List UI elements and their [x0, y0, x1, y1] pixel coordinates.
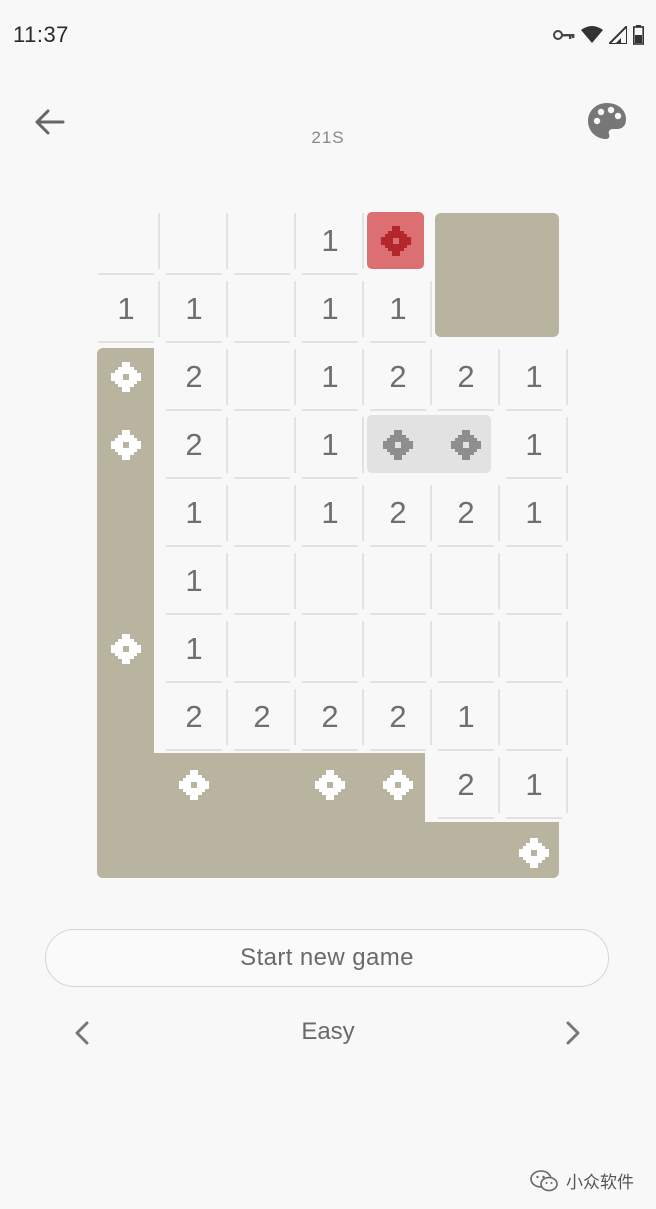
mine-cell[interactable]: [92, 411, 160, 479]
number-cell[interactable]: 1: [432, 683, 500, 751]
empty-cell[interactable]: [228, 615, 296, 683]
number-cell[interactable]: 1: [296, 207, 364, 275]
number-cell[interactable]: 2: [228, 683, 296, 751]
game-timer: 21S: [311, 128, 345, 147]
number-cell[interactable]: 1: [160, 615, 228, 683]
empty-cell[interactable]: [228, 207, 296, 275]
number-cell[interactable]: 1: [160, 547, 228, 615]
next-difficulty-button[interactable]: [556, 1016, 590, 1050]
number-cell[interactable]: 2: [364, 479, 432, 547]
number-cell[interactable]: 2: [432, 479, 500, 547]
status-time: 11:37: [13, 22, 69, 47]
mine-icon: [451, 430, 481, 460]
number-cell[interactable]: 2: [160, 343, 228, 411]
number-cell[interactable]: 1: [296, 479, 364, 547]
chevron-right-icon: [566, 1021, 580, 1045]
number-cell[interactable]: 2: [364, 343, 432, 411]
mine-icon: [111, 362, 141, 392]
difficulty-selector: Easy: [0, 1008, 656, 1058]
mine-cell[interactable]: [500, 819, 568, 887]
number-cell[interactable]: 1: [92, 275, 160, 343]
number-cell[interactable]: 1: [160, 275, 228, 343]
empty-cell[interactable]: [500, 683, 568, 751]
empty-cell[interactable]: [432, 547, 500, 615]
number-cell[interactable]: 1: [160, 479, 228, 547]
number-cell[interactable]: 1: [500, 343, 568, 411]
mine-cell[interactable]: [92, 615, 160, 683]
wifi-icon: [581, 26, 603, 43]
status-icons: [553, 22, 644, 48]
empty-cell[interactable]: [296, 547, 364, 615]
mine-icon: [380, 225, 411, 256]
start-new-game-button[interactable]: Start new game: [45, 929, 609, 987]
empty-cell[interactable]: [92, 207, 160, 275]
mine-cell[interactable]: [92, 343, 160, 411]
number-cell[interactable]: 1: [500, 479, 568, 547]
mine-icon: [383, 430, 413, 460]
number-cell[interactable]: 1: [500, 411, 568, 479]
number-cell[interactable]: 2: [160, 411, 228, 479]
mine-cell[interactable]: [364, 751, 432, 819]
unrevealed-region-top-right[interactable]: [435, 213, 559, 337]
mine-icon: [383, 770, 413, 800]
empty-cell[interactable]: [160, 207, 228, 275]
number-cell[interactable]: 1: [296, 343, 364, 411]
mine-icon: [179, 770, 209, 800]
number-cell[interactable]: 2: [160, 683, 228, 751]
empty-cell[interactable]: [228, 411, 296, 479]
status-bar: 11:37: [0, 0, 656, 72]
mine-cell[interactable]: [160, 751, 228, 819]
mine-cell[interactable]: [296, 751, 364, 819]
mine-icon: [519, 838, 549, 868]
mine-icon: [111, 430, 141, 460]
empty-cell[interactable]: [296, 615, 364, 683]
watermark-text: 小众软件: [566, 1173, 634, 1192]
number-cell[interactable]: 1: [296, 275, 364, 343]
empty-cell[interactable]: [364, 615, 432, 683]
empty-cell[interactable]: [500, 615, 568, 683]
empty-cell[interactable]: [500, 547, 568, 615]
highlighted-mine-cell: [364, 411, 432, 479]
empty-cell[interactable]: [228, 479, 296, 547]
battery-icon: [633, 25, 644, 45]
wechat-icon: [530, 1169, 558, 1191]
number-cell[interactable]: 2: [296, 683, 364, 751]
number-cell[interactable]: 1: [500, 751, 568, 819]
mine-icon: [111, 634, 141, 664]
key-icon: [553, 30, 575, 40]
mine-icon: [315, 770, 345, 800]
signal-icon: [609, 26, 627, 44]
number-cell[interactable]: 2: [432, 751, 500, 819]
empty-cell[interactable]: [228, 275, 296, 343]
number-cell[interactable]: 1: [296, 411, 364, 479]
empty-cell[interactable]: [432, 615, 500, 683]
empty-cell[interactable]: [364, 547, 432, 615]
number-cell[interactable]: 1: [364, 275, 432, 343]
empty-cell[interactable]: [228, 547, 296, 615]
watermark: 小众软件: [530, 1168, 634, 1193]
empty-cell[interactable]: [228, 343, 296, 411]
highlighted-mine-cell: [432, 411, 500, 479]
number-cell[interactable]: 2: [364, 683, 432, 751]
number-cell[interactable]: 2: [432, 343, 500, 411]
exploded-mine-cell: [367, 212, 424, 269]
